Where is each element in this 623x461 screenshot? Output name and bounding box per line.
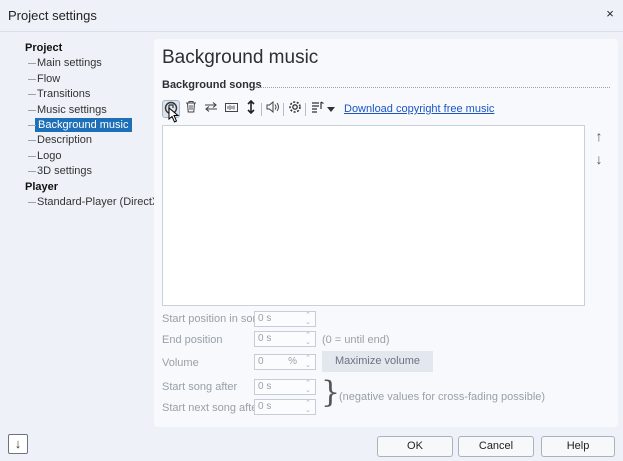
tree-item-background-music[interactable]: Background music [25, 117, 153, 133]
spin-arrows-icon[interactable]: ⌃ ⌄ [303, 380, 313, 394]
options-icon[interactable] [308, 100, 326, 118]
start-next-song-after-label: Start next song after [162, 402, 262, 414]
toolbar-separator [261, 103, 262, 116]
start-next-song-after-field[interactable]: 0 s ⌃ ⌄ [254, 399, 316, 415]
volume-field[interactable]: 0 % ⌃ ⌄ [254, 354, 316, 370]
tree-item-standard-player[interactable]: Standard-Player (DirectX) [25, 195, 163, 210]
toolbar-separator [305, 103, 306, 116]
move-down-icon[interactable]: ↓ [590, 150, 608, 168]
tree-item-transitions[interactable]: Transitions [25, 87, 153, 102]
help-button[interactable]: Help [541, 436, 615, 457]
dropdown-icon[interactable] [325, 100, 337, 118]
settings-icon[interactable] [286, 100, 304, 118]
delete-icon[interactable] [182, 100, 200, 118]
volume-icon[interactable] [264, 100, 282, 118]
close-icon[interactable]: × [603, 7, 617, 21]
start-song-after-field[interactable]: 0 s ⌃ ⌄ [254, 379, 316, 395]
brace-icon: } [321, 375, 341, 410]
songs-list[interactable] [162, 125, 585, 306]
start-position-field[interactable]: 0 s ⌃ ⌄ [254, 311, 316, 327]
tree-item-logo[interactable]: Logo [25, 149, 153, 164]
spin-arrows-icon[interactable]: ⌃ ⌄ [303, 332, 313, 346]
tree-item-music-settings[interactable]: Music settings [25, 103, 153, 118]
section-title: Background songs [162, 79, 262, 91]
tree-item-3d-settings[interactable]: 3D settings [25, 164, 153, 179]
replace-icon[interactable] [202, 100, 220, 118]
tree-group-project[interactable]: Project [25, 41, 153, 56]
tree-group-player[interactable]: Player [25, 180, 153, 195]
end-position-field[interactable]: 0 s ⌃ ⌄ [254, 331, 316, 347]
collapse-icon[interactable]: ↓ [8, 434, 28, 454]
maximize-volume-button[interactable]: Maximize volume [322, 351, 433, 372]
section-divider [255, 87, 610, 88]
toolbar-separator [283, 103, 284, 116]
window-title: Project settings [8, 8, 97, 23]
ok-button[interactable]: OK [377, 436, 453, 457]
songs-toolbar: Download copyright free music [162, 99, 612, 120]
title-bar: Project settings × [0, 0, 623, 32]
tree-item-description[interactable]: Description [25, 133, 153, 148]
tree-item-flow[interactable]: Flow [25, 72, 153, 87]
volume-label: Volume [162, 357, 199, 369]
page-title: Background music [162, 47, 319, 68]
waveform-icon[interactable] [222, 100, 240, 118]
split-icon[interactable] [242, 99, 260, 118]
settings-tree: Project Main settings Flow Transitions M… [25, 41, 163, 210]
fade-hint: (negative values for cross-fading possib… [339, 391, 546, 403]
start-position-label: Start position in song [162, 313, 265, 325]
end-position-hint: (0 = until end) [322, 334, 390, 346]
download-music-link[interactable]: Download copyright free music [344, 103, 494, 115]
end-position-label: End position [162, 334, 223, 346]
move-up-icon[interactable]: ↑ [590, 127, 608, 145]
tree-item-main-settings[interactable]: Main settings [25, 56, 153, 71]
start-song-after-label: Start song after [162, 381, 238, 393]
cancel-button[interactable]: Cancel [458, 436, 534, 457]
spin-arrows-icon[interactable]: ⌃ ⌄ [303, 312, 313, 326]
spin-arrows-icon[interactable]: ⌃ ⌄ [303, 400, 313, 414]
spin-arrows-icon[interactable]: ⌃ ⌄ [303, 355, 313, 369]
